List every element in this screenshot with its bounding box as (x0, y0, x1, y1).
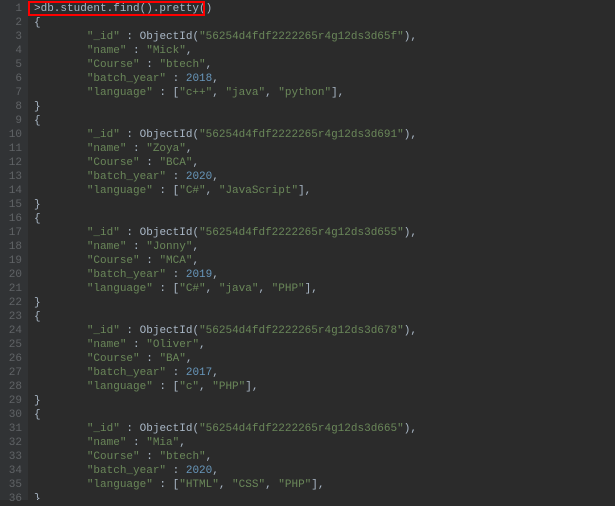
code-line: { (28, 408, 615, 422)
code-line: "name" : "Mick", (28, 44, 615, 58)
code-line: "name" : "Jonny", (28, 240, 615, 254)
code-line: "Course" : "BA", (28, 352, 615, 366)
code-line: "batch_year" : 2018, (28, 72, 615, 86)
code-line: } (28, 296, 615, 310)
code-line: "_id" : ObjectId("56254d4fdf2222265r4g12… (28, 30, 615, 44)
code-line: "language" : ["c++", "java", "python"], (28, 86, 615, 100)
line-gutter: 1234567891011121314151617181920212223242… (0, 0, 28, 500)
code-line: { (28, 212, 615, 226)
code-line: "_id" : ObjectId("56254d4fdf2222265r4g12… (28, 324, 615, 338)
code-line: "batch_year" : 2020, (28, 170, 615, 184)
code-line: >db.student.find().pretty() (28, 2, 615, 16)
code-line: "_id" : ObjectId("56254d4fdf2222265r4g12… (28, 226, 615, 240)
code-line: "batch_year" : 2020, (28, 464, 615, 478)
code-line: "Course" : "BCA", (28, 156, 615, 170)
code-line: "name" : "Mia", (28, 436, 615, 450)
code-line: "Course" : "btech", (28, 58, 615, 72)
code-line: "language" : ["C#", "JavaScript"], (28, 184, 615, 198)
code-line: "_id" : ObjectId("56254d4fdf2222265r4g12… (28, 422, 615, 436)
code-line: } (28, 198, 615, 212)
code-line: } (28, 492, 615, 500)
code-line: } (28, 100, 615, 114)
code-line: "language" : ["HTML", "CSS", "PHP"], (28, 478, 615, 492)
code-line: "batch_year" : 2019, (28, 268, 615, 282)
code-line: "name" : "Oliver", (28, 338, 615, 352)
code-line: "name" : "Zoya", (28, 142, 615, 156)
code-line: { (28, 310, 615, 324)
code-line: "_id" : ObjectId("56254d4fdf2222265r4g12… (28, 128, 615, 142)
code-line: "Course" : "btech", (28, 450, 615, 464)
code-line: { (28, 16, 615, 30)
code-line: } (28, 394, 615, 408)
code-line: "language" : ["C#", "java", "PHP"], (28, 282, 615, 296)
code-line: "language" : ["c", "PHP"], (28, 380, 615, 394)
code-line: "Course" : "MCA", (28, 254, 615, 268)
code-line: { (28, 114, 615, 128)
code-editor[interactable]: >db.student.find().pretty(){ "_id" : Obj… (28, 0, 615, 500)
code-line: "batch_year" : 2017, (28, 366, 615, 380)
